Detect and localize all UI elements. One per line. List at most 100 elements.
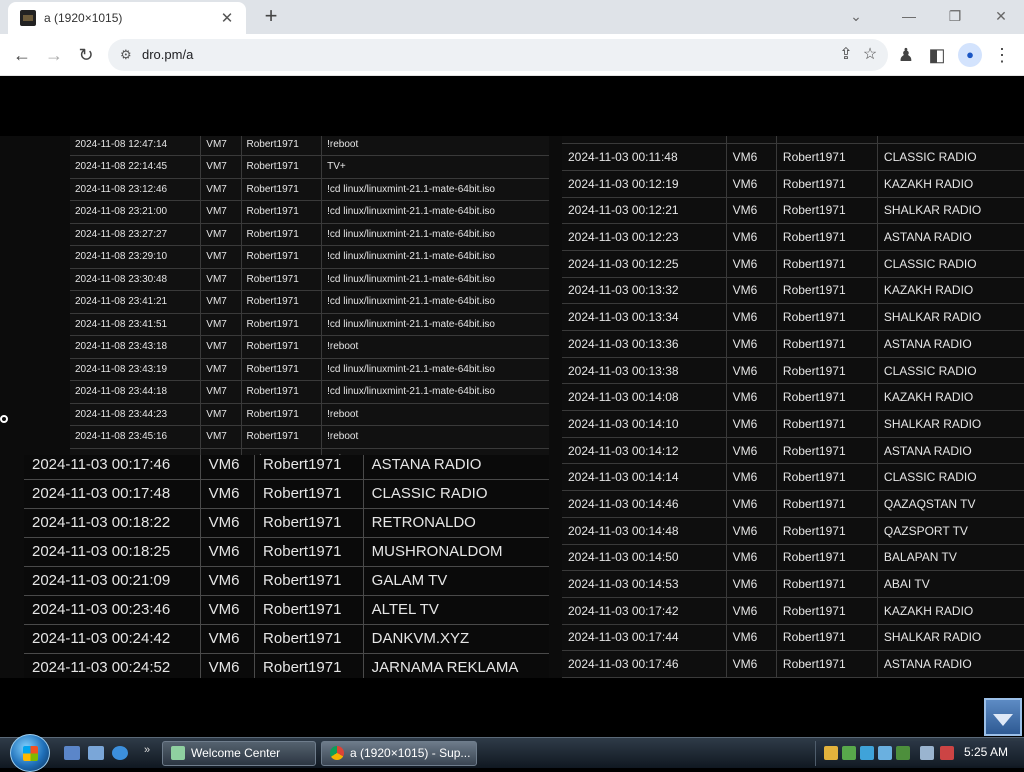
cell-command: !cd linux/linuxmint-21.1-mate-64bit.iso: [321, 178, 549, 201]
menu-icon[interactable]: ⋮: [988, 42, 1016, 68]
volume-muted-icon[interactable]: [940, 746, 954, 760]
back-icon[interactable]: ←: [8, 42, 36, 68]
system-tray: 5:25 AM: [815, 741, 1024, 766]
cell-command: !cd linux/linuxmint-21.1-mate-64bit.iso: [321, 380, 549, 404]
table-row: 2024-11-03 00:14:12 VM6 Robert1971 ASTANA R…: [562, 437, 1024, 465]
table-row: 2024-11-08 23:44:18 VM7 Robert1971 !cd linu…: [70, 380, 549, 404]
minimize-icon[interactable]: —: [896, 4, 922, 28]
clock[interactable]: 5:25 AM: [964, 745, 1008, 759]
cell-command: ASTANA RADIO: [362, 455, 549, 480]
cell-command: ASTANA RADIO: [876, 223, 1024, 251]
page-viewport: 2024-11-08 12:47:14 VM7 Robert1971 !reboot 2…: [0, 77, 1024, 737]
quick-launch-more[interactable]: »: [144, 744, 150, 756]
address-bar[interactable]: ⚙ dro.pm/a ⇪ ☆: [108, 39, 888, 71]
show-desktop-icon[interactable]: [64, 746, 80, 760]
cell-command: RETRONALDO: [362, 508, 549, 538]
table-row: 2024-11-08 23:29:10 VM7 Robert1971 !cd linu…: [70, 245, 549, 269]
cell-user: Robert1971: [775, 597, 878, 625]
cell-vm: VM6: [199, 537, 255, 567]
cell-timestamp: 2024-11-03 00:12:19: [562, 170, 727, 198]
app-tray-icon-2[interactable]: [878, 746, 892, 760]
cell-vm: VM6: [199, 566, 255, 596]
cell-user: Robert1971: [775, 383, 878, 412]
cell-command: !cd linux/linuxmint-21.1-mate-64bit.iso: [321, 200, 549, 224]
table-row: 2024-11-03 00:11:48 VM6 Robert1971 CLASSIC …: [562, 143, 1024, 171]
forward-icon[interactable]: →: [40, 42, 68, 68]
cell-user: Robert1971: [240, 290, 322, 314]
cell-user: Robert1971: [775, 570, 878, 598]
cell-vm: VM7: [200, 403, 242, 426]
cell-vm: VM6: [725, 197, 777, 225]
cell-command: ASTANA RADIO: [876, 650, 1024, 678]
cell-vm: VM7: [200, 178, 242, 201]
cell-user: Robert1971: [254, 653, 364, 678]
task-browser-window[interactable]: a (1920×1015) - Sup...: [321, 741, 477, 766]
cell-command: !reboot: [321, 403, 549, 426]
cell-timestamp: 2024-11-03 00:24:42: [24, 624, 201, 654]
switch-windows-icon[interactable]: [88, 746, 104, 760]
table-row: 2024-11-08 23:44:23 VM7 Robert1971 !reboot: [70, 403, 549, 426]
cell-vm: VM7: [200, 448, 242, 455]
app-tray-icon-3[interactable]: [896, 746, 910, 760]
table-row: 2024-11-03 00:14:53 VM6 Robert1971 ABAI TV: [562, 570, 1024, 598]
cell-user: Robert1971: [240, 448, 322, 455]
task-label: a (1920×1015) - Sup...: [350, 746, 471, 760]
cell-vm: VM7: [200, 335, 242, 359]
cell-command: CLASSIC RADIO: [362, 479, 549, 509]
tab-search-chevron-icon[interactable]: ⌄: [843, 4, 869, 28]
new-tab-button[interactable]: +: [258, 3, 284, 29]
cell-vm: VM6: [725, 383, 777, 412]
cell-timestamp: 2024-11-08 23:43:19: [70, 358, 201, 381]
internet-explorer-icon[interactable]: [112, 746, 128, 760]
task-welcome-center[interactable]: Welcome Center: [162, 741, 316, 766]
start-button[interactable]: [10, 734, 50, 772]
network-status-icon[interactable]: [920, 746, 934, 760]
cell-timestamp: 2024-11-08 23:30:48: [70, 268, 201, 291]
star-icon[interactable]: ☆: [858, 43, 882, 67]
cell-vm: VM6: [725, 250, 777, 278]
table-row: 2024-11-03 00:18:22 VM6 Robert1971 RETRONAL…: [24, 508, 549, 538]
reload-icon[interactable]: ↻: [72, 42, 100, 68]
cell-user: Robert1971: [240, 335, 322, 359]
cell-command: SHALKAR RADIO: [876, 303, 1024, 331]
cell-vm: VM7: [200, 425, 242, 449]
table-row: 2024-11-03 00:12:25 VM6 Robert1971 CLASSIC …: [562, 250, 1024, 278]
table-row: 2024-11-08 23:43:19 VM7 Robert1971 !cd linu…: [70, 358, 549, 381]
chrome-icon: [330, 746, 344, 760]
cell-vm: VM6: [725, 597, 777, 625]
cell-vm: VM6: [725, 624, 777, 652]
security-shield-icon[interactable]: [824, 746, 838, 760]
cell-command: ASTANA RADIO: [876, 136, 1024, 145]
download-arrow-button[interactable]: [984, 698, 1022, 736]
window-close-icon[interactable]: ✕: [988, 4, 1014, 28]
sidepanel-icon[interactable]: ◧: [923, 42, 951, 68]
app-tray-icon[interactable]: [860, 746, 874, 760]
browser-toolbar: ← → ↻ ⚙ dro.pm/a ⇪ ☆ ♟ ◧ ● ⋮: [0, 34, 1024, 76]
table-row: 2024-11-03 00:23:46 VM6 Robert1971 ALTEL TV: [24, 595, 549, 625]
network-tray-icon[interactable]: [842, 746, 856, 760]
close-tab-icon[interactable]: ✕: [218, 9, 236, 27]
cell-vm: VM6: [725, 170, 777, 198]
cell-vm: VM6: [725, 517, 777, 545]
share-icon[interactable]: ⇪: [834, 43, 858, 67]
cell-timestamp: 2024-11-03 00:12:25: [562, 250, 727, 278]
cell-timestamp: 2024-11-03 00:13:32: [562, 277, 727, 305]
cell-user: Robert1971: [775, 410, 878, 438]
table-row: 2024-11-03 00:13:36 VM6 Robert1971 ASTANA R…: [562, 330, 1024, 358]
restore-icon[interactable]: ❐: [942, 4, 968, 28]
cell-vm: VM7: [200, 245, 242, 269]
cell-timestamp: 2024-11-03 00:13:36: [562, 330, 727, 358]
cell-user: Robert1971: [775, 357, 878, 385]
profile-icon[interactable]: ●: [958, 43, 982, 67]
browser-tab-active[interactable]: a (1920×1015) ✕: [8, 2, 246, 34]
site-info-icon[interactable]: ⚙: [120, 47, 132, 63]
cell-timestamp: 2024-11-08 23:41:21: [70, 290, 201, 314]
cell-timestamp: 2024-11-03 00:14:10: [562, 410, 727, 438]
cell-command: GALAM TV: [362, 566, 549, 596]
extension-icon[interactable]: ♟: [892, 42, 920, 68]
cell-timestamp: 2024-11-03 00:12:21: [562, 197, 727, 225]
table-row: 2024-11-08 23:41:51 VM7 Robert1971 !cd linu…: [70, 313, 549, 336]
cell-timestamp: 2024-11-03 00:17:46: [562, 650, 727, 678]
cell-vm: VM6: [199, 508, 255, 538]
cell-command: !cd linux/linuxmint-21.1-mate-64bit.iso: [321, 223, 549, 246]
